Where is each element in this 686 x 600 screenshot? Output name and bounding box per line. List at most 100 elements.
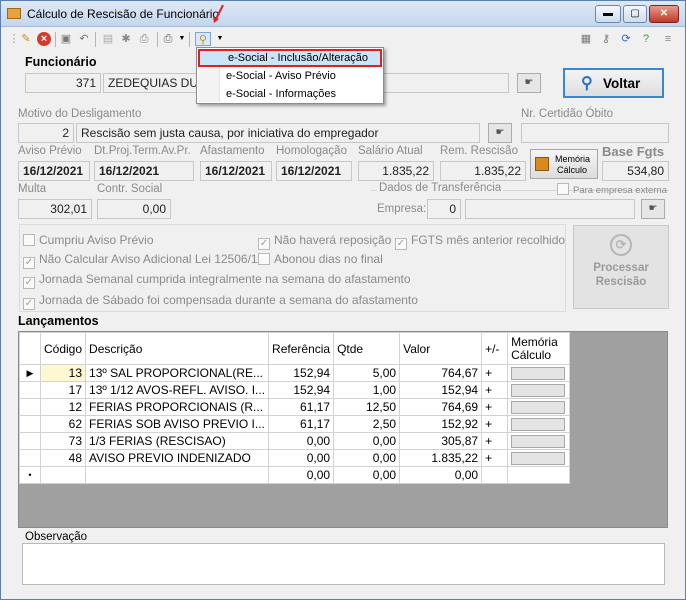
save-icon[interactable]: ▣ bbox=[59, 32, 73, 46]
cell-codigo[interactable] bbox=[39, 466, 87, 484]
empresa-code-field[interactable]: 0 bbox=[427, 199, 461, 219]
esocial-dropdown-arrow-icon[interactable]: ▼ bbox=[213, 32, 227, 46]
base-fgts-field[interactable]: 534,80 bbox=[602, 161, 669, 181]
column-header-memoria[interactable]: Memória Cálculo bbox=[507, 332, 571, 365]
tools-icon[interactable]: ✱ bbox=[119, 32, 133, 46]
rem-rescisao-field[interactable]: 1.835,22 bbox=[440, 161, 526, 181]
cell-valor[interactable]: 764,67 bbox=[399, 364, 483, 382]
print-icon[interactable]: ⎙ bbox=[161, 32, 175, 46]
print-preview-icon[interactable]: ⎙ bbox=[137, 32, 151, 46]
cell-qtde[interactable]: 0,00 bbox=[333, 466, 401, 484]
cell-sinal[interactable]: + bbox=[481, 381, 509, 399]
calculator-icon[interactable]: ▦ bbox=[579, 32, 593, 46]
cell-codigo[interactable]: 13 bbox=[39, 364, 87, 382]
memoria-cell-button[interactable] bbox=[511, 384, 566, 398]
memoria-cell-button[interactable] bbox=[511, 452, 566, 466]
cell-sinal[interactable] bbox=[481, 466, 509, 484]
column-header-qtde[interactable]: Qtde bbox=[333, 332, 401, 365]
help-icon[interactable]: ? bbox=[639, 32, 653, 46]
afastamento-field[interactable]: 16/12/2021 bbox=[200, 161, 272, 181]
memoria-cell-button[interactable] bbox=[511, 401, 566, 415]
cell-codigo[interactable]: 48 bbox=[39, 449, 87, 467]
multa-field[interactable]: 302,01 bbox=[18, 199, 92, 219]
funcionario-code-field[interactable]: 371 bbox=[25, 73, 101, 93]
cell-memoria[interactable] bbox=[507, 398, 571, 416]
row-header[interactable]: • bbox=[19, 466, 41, 484]
cell-qtde[interactable]: 12,50 bbox=[333, 398, 401, 416]
menu-item-esocial-aviso-previo[interactable]: e-Social - Aviso Prévio bbox=[198, 67, 382, 85]
cell-sinal[interactable]: + bbox=[481, 415, 509, 433]
row-header[interactable] bbox=[19, 398, 41, 416]
row-header[interactable]: ▶ bbox=[19, 364, 41, 382]
cell-valor[interactable]: 1.835,22 bbox=[399, 449, 483, 467]
cell-valor[interactable]: 0,00 bbox=[399, 466, 483, 484]
refresh-icon[interactable]: ⟳ bbox=[619, 32, 633, 46]
table-row[interactable]: 73 1/3 FERIAS (RESCISAO) 0,00 0,00 305,87 + bbox=[19, 432, 571, 450]
table-row[interactable]: ▶ 13 13º SAL PROPORCIONAL(RE... 152,94 5,00 7… bbox=[19, 364, 571, 382]
menu-item-esocial-inclusao[interactable]: e-Social - Inclusão/Alteração bbox=[198, 49, 382, 67]
cell-referencia[interactable]: 152,94 bbox=[268, 381, 335, 399]
edit-icon[interactable]: ✎ bbox=[19, 32, 33, 46]
cancel-icon[interactable]: × bbox=[37, 32, 51, 46]
homologacao-field[interactable]: 16/12/2021 bbox=[276, 161, 352, 181]
funcionario-lookup-button[interactable]: ☛ bbox=[517, 73, 541, 93]
maximize-button[interactable]: ▢ bbox=[623, 5, 647, 23]
cell-referencia[interactable]: 0,00 bbox=[268, 466, 335, 484]
cell-memoria[interactable] bbox=[507, 364, 571, 382]
para-empresa-externa-checkbox[interactable]: Para empresa externa bbox=[557, 183, 667, 196]
cell-qtde[interactable]: 1,00 bbox=[333, 381, 401, 399]
table-row[interactable]: 17 13º 1/12 AVOS-REFL. AVISO. I... 152,94 1… bbox=[19, 381, 571, 399]
cell-referencia[interactable]: 0,00 bbox=[268, 432, 335, 450]
cell-descricao[interactable]: FERIAS PROPORCIONAIS (R... bbox=[85, 398, 270, 416]
empresa-name-field[interactable] bbox=[465, 199, 635, 219]
jornada-sabado-checkbox[interactable]: ✓ Jornada de Sábado foi compensada durant… bbox=[23, 293, 418, 310]
cell-memoria[interactable] bbox=[507, 432, 571, 450]
cell-descricao[interactable]: 13º 1/12 AVOS-REFL. AVISO. I... bbox=[85, 381, 270, 399]
print-dropdown-arrow-icon[interactable]: ▼ bbox=[175, 32, 189, 46]
cell-descricao[interactable]: AVISO PREVIO INDENIZADO bbox=[85, 449, 270, 467]
minimize-button[interactable]: ▬ bbox=[595, 5, 621, 23]
processar-rescisao-button[interactable]: ⟳ Processar Rescisão bbox=[573, 225, 669, 309]
cell-referencia[interactable]: 61,17 bbox=[268, 415, 335, 433]
cell-valor[interactable]: 152,92 bbox=[399, 415, 483, 433]
dt-proj-field[interactable]: 16/12/2021 bbox=[94, 161, 194, 181]
cell-memoria[interactable] bbox=[507, 449, 571, 467]
esocial-icon[interactable]: ⚲ bbox=[195, 32, 211, 46]
column-header-descricao[interactable]: Descrição bbox=[85, 332, 270, 365]
cell-qtde[interactable]: 0,00 bbox=[333, 449, 401, 467]
observacao-textarea[interactable] bbox=[22, 543, 665, 585]
abonou-dias-checkbox[interactable]: Abonou dias no final bbox=[258, 252, 383, 266]
contr-social-field[interactable]: 0,00 bbox=[97, 199, 171, 219]
cell-sinal[interactable]: + bbox=[481, 432, 509, 450]
row-header[interactable] bbox=[19, 449, 41, 467]
cell-descricao[interactable] bbox=[85, 466, 270, 484]
close-button[interactable]: ✕ bbox=[649, 5, 679, 23]
jornada-semanal-checkbox[interactable]: ✓ Jornada Semanal cumprida integralmente … bbox=[23, 272, 411, 289]
column-header-sinal[interactable]: +/- bbox=[481, 332, 509, 365]
cell-memoria[interactable] bbox=[507, 381, 571, 399]
table-row[interactable]: 48 AVISO PREVIO INDENIZADO 0,00 0,00 1.835,2… bbox=[19, 449, 571, 467]
memoria-cell-button[interactable] bbox=[511, 435, 566, 449]
motivo-code-field[interactable]: 2 bbox=[18, 123, 74, 143]
cell-codigo[interactable]: 12 bbox=[39, 398, 87, 416]
cell-sinal[interactable]: + bbox=[481, 449, 509, 467]
cell-valor[interactable]: 305,87 bbox=[399, 432, 483, 450]
column-header-codigo[interactable]: Código bbox=[39, 332, 87, 365]
key-icon[interactable]: ⚷ bbox=[599, 32, 613, 46]
menu-item-esocial-informacoes[interactable]: e-Social - Informações bbox=[198, 85, 382, 103]
cell-referencia[interactable]: 0,00 bbox=[268, 449, 335, 467]
cell-referencia[interactable]: 152,94 bbox=[268, 364, 335, 382]
list-icon[interactable]: ▤ bbox=[101, 32, 115, 46]
memoria-cell-button[interactable] bbox=[511, 418, 566, 432]
empresa-lookup-button[interactable]: ☛ bbox=[641, 199, 665, 219]
row-header[interactable] bbox=[19, 381, 41, 399]
motivo-lookup-button[interactable]: ☛ bbox=[488, 123, 512, 143]
cell-qtde[interactable]: 0,00 bbox=[333, 432, 401, 450]
aviso-previo-field[interactable]: 16/12/2021 bbox=[18, 161, 90, 181]
cell-qtde[interactable]: 2,50 bbox=[333, 415, 401, 433]
cell-qtde[interactable]: 5,00 bbox=[333, 364, 401, 382]
salario-field[interactable]: 1.835,22 bbox=[358, 161, 434, 181]
cell-sinal[interactable]: + bbox=[481, 364, 509, 382]
column-header-valor[interactable]: Valor bbox=[399, 332, 483, 365]
cell-memoria[interactable] bbox=[507, 466, 571, 484]
